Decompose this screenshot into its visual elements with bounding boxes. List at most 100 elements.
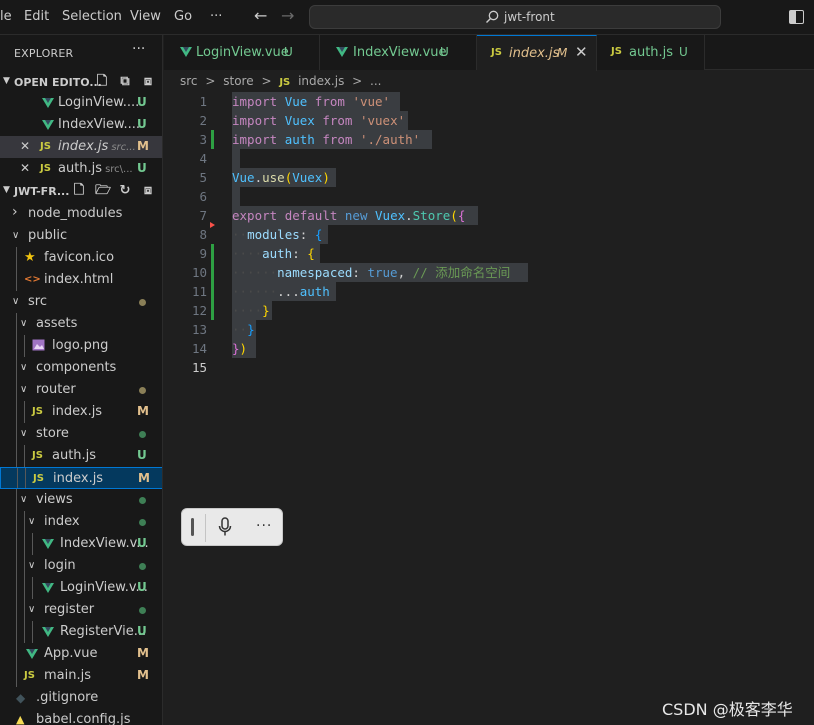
tree-file[interactable]: JS index.js M: [0, 401, 162, 423]
code-token: from: [314, 94, 345, 109]
toggle-sidebar-icon[interactable]: [789, 10, 804, 24]
tree-folder[interactable]: ∨ public: [0, 225, 162, 247]
close-icon[interactable]: ✕: [20, 139, 30, 153]
tree-item-label: babel.config.js: [36, 712, 131, 725]
tree-folder[interactable]: ∨ index: [0, 511, 162, 533]
arrow-left-icon[interactable]: ←: [254, 7, 267, 25]
indent-guide: [16, 511, 17, 533]
tab-indexview[interactable]: IndexView.vue U: [320, 35, 477, 70]
open-editors-header[interactable]: ▼ OPEN EDITO... 🗋 ⧉ ⧈: [0, 72, 162, 94]
tree-folder[interactable]: ∨ router: [0, 379, 162, 401]
indent-guide: [24, 533, 25, 555]
breadcrumb-symbol[interactable]: ...: [370, 74, 381, 88]
chevron-down-icon: ∨: [20, 362, 28, 373]
breadcrumb-store[interactable]: store: [223, 74, 253, 88]
menu-more[interactable]: ···: [210, 9, 222, 24]
tree-file[interactable]: logo.png: [0, 335, 162, 357]
tree-item-label: logo.png: [52, 338, 109, 353]
tree-file[interactable]: ◆ .gitignore: [0, 687, 162, 709]
new-file-icon[interactable]: 🗋: [72, 184, 86, 198]
code-token: Vuex: [375, 208, 406, 223]
open-editor-item[interactable]: ✕ JS auth.js src\... U: [0, 158, 162, 180]
menu-view[interactable]: View: [130, 9, 161, 24]
more-icon[interactable]: ···: [256, 518, 272, 534]
tree-folder[interactable]: ∨ register: [0, 599, 162, 621]
new-untitled-file-icon[interactable]: 🗋: [95, 75, 109, 89]
tree-file[interactable]: ▲ babel.config.js: [0, 709, 162, 725]
code-line: ······...auth: [232, 282, 330, 301]
tab-auth-js[interactable]: JS auth.js U: [597, 35, 705, 70]
explorer-title: EXPLORER: [14, 47, 74, 60]
indent-guide: [16, 379, 17, 401]
tree-file[interactable]: App.vue M: [0, 643, 162, 665]
tree-file[interactable]: <> index.html: [0, 269, 162, 291]
menu-go[interactable]: Go: [174, 9, 192, 24]
open-editor-item[interactable]: IndexView.... U: [0, 114, 162, 136]
menu-selection[interactable]: Selection: [62, 9, 122, 24]
code-token: Vue: [284, 94, 308, 109]
tree-item-label: RegisterVie...: [60, 624, 147, 639]
js-file-icon: JS: [40, 141, 51, 152]
tree-file[interactable]: LoginView.v... U: [0, 577, 162, 599]
git-added-marker: [211, 130, 214, 149]
open-editor-item[interactable]: ✕ JS index.js src... M: [0, 136, 162, 158]
project-header[interactable]: ▼ JWT-FR... 🗋 🗁 ↻ ⧈: [0, 181, 162, 203]
menu-edit[interactable]: Edit: [24, 9, 49, 24]
arrow-right-icon[interactable]: →: [281, 7, 294, 25]
tree-file[interactable]: JS index.js M: [0, 467, 162, 489]
tab-index-js[interactable]: JS index.js M ✕: [477, 35, 597, 71]
code-token: true: [367, 265, 398, 280]
code-token: new: [344, 208, 368, 223]
indent-guide: [24, 621, 25, 643]
tree-folder[interactable]: ∨ store: [0, 423, 162, 445]
close-icon[interactable]: ✕: [20, 161, 30, 175]
refresh-icon[interactable]: ↻: [118, 184, 132, 198]
tab-loginview[interactable]: LoginView.vue U: [164, 35, 320, 70]
breadcrumb-src[interactable]: src: [180, 74, 198, 88]
tree-folder[interactable]: › node_modules: [0, 203, 162, 225]
menu-file[interactable]: le: [0, 9, 12, 24]
code-token: default: [284, 208, 338, 223]
selection-highlight: [232, 149, 240, 168]
open-editor-name: LoginView....: [58, 95, 140, 110]
chevron-down-icon: ∨: [28, 516, 36, 527]
line-number: 10: [191, 265, 207, 280]
tree-folder[interactable]: ∨ components: [0, 357, 162, 379]
tree-file[interactable]: JS main.js M: [0, 665, 162, 687]
tree-folder[interactable]: ∨ login: [0, 555, 162, 577]
tab-status-badge: U: [284, 45, 293, 59]
open-editor-item[interactable]: LoginView.... U: [0, 92, 162, 114]
indent-guide: [16, 423, 17, 445]
code-editor[interactable]: 1 import Vue from 'vue' 2 import Vuex from …: [164, 92, 814, 725]
code-token: use: [262, 170, 285, 185]
code-token: ······: [232, 265, 278, 280]
tree-folder[interactable]: ∨ views: [0, 489, 162, 511]
explorer-more-icon[interactable]: ···: [132, 41, 145, 57]
indent-guide: [16, 247, 17, 269]
tree-folder[interactable]: ∨ assets: [0, 313, 162, 335]
close-icon[interactable]: ✕: [575, 43, 588, 61]
tree-file[interactable]: ★ favicon.ico: [0, 247, 162, 269]
line-number: 8: [199, 227, 207, 242]
js-file-icon: JS: [24, 670, 35, 681]
tree-file[interactable]: IndexView.v... U: [0, 533, 162, 555]
code-token: auth: [284, 132, 315, 147]
collapse-all-icon[interactable]: ⧈: [141, 184, 155, 198]
tree-file[interactable]: RegisterVie... U: [0, 621, 162, 643]
breadcrumb-file[interactable]: index.js: [298, 74, 344, 88]
babel-file-icon: ▲: [16, 713, 25, 725]
new-folder-icon[interactable]: 🗁: [95, 184, 111, 198]
close-all-icon[interactable]: ⧈: [141, 75, 155, 89]
tree-folder[interactable]: ∨ src: [0, 291, 162, 313]
drag-handle[interactable]: [191, 518, 194, 536]
tree-file[interactable]: JS auth.js U: [0, 445, 162, 467]
command-center[interactable]: jwt-front: [309, 5, 721, 29]
open-editor-name: auth.js src\...: [58, 161, 133, 176]
microphone-icon[interactable]: [218, 517, 232, 537]
js-file-icon: JS: [32, 406, 43, 417]
code-line: ······namespaced: true, // 添加命名空间: [232, 263, 510, 282]
git-status-dot: [139, 299, 146, 306]
indent-guide: [24, 445, 25, 467]
save-all-icon[interactable]: ⧉: [118, 75, 132, 89]
